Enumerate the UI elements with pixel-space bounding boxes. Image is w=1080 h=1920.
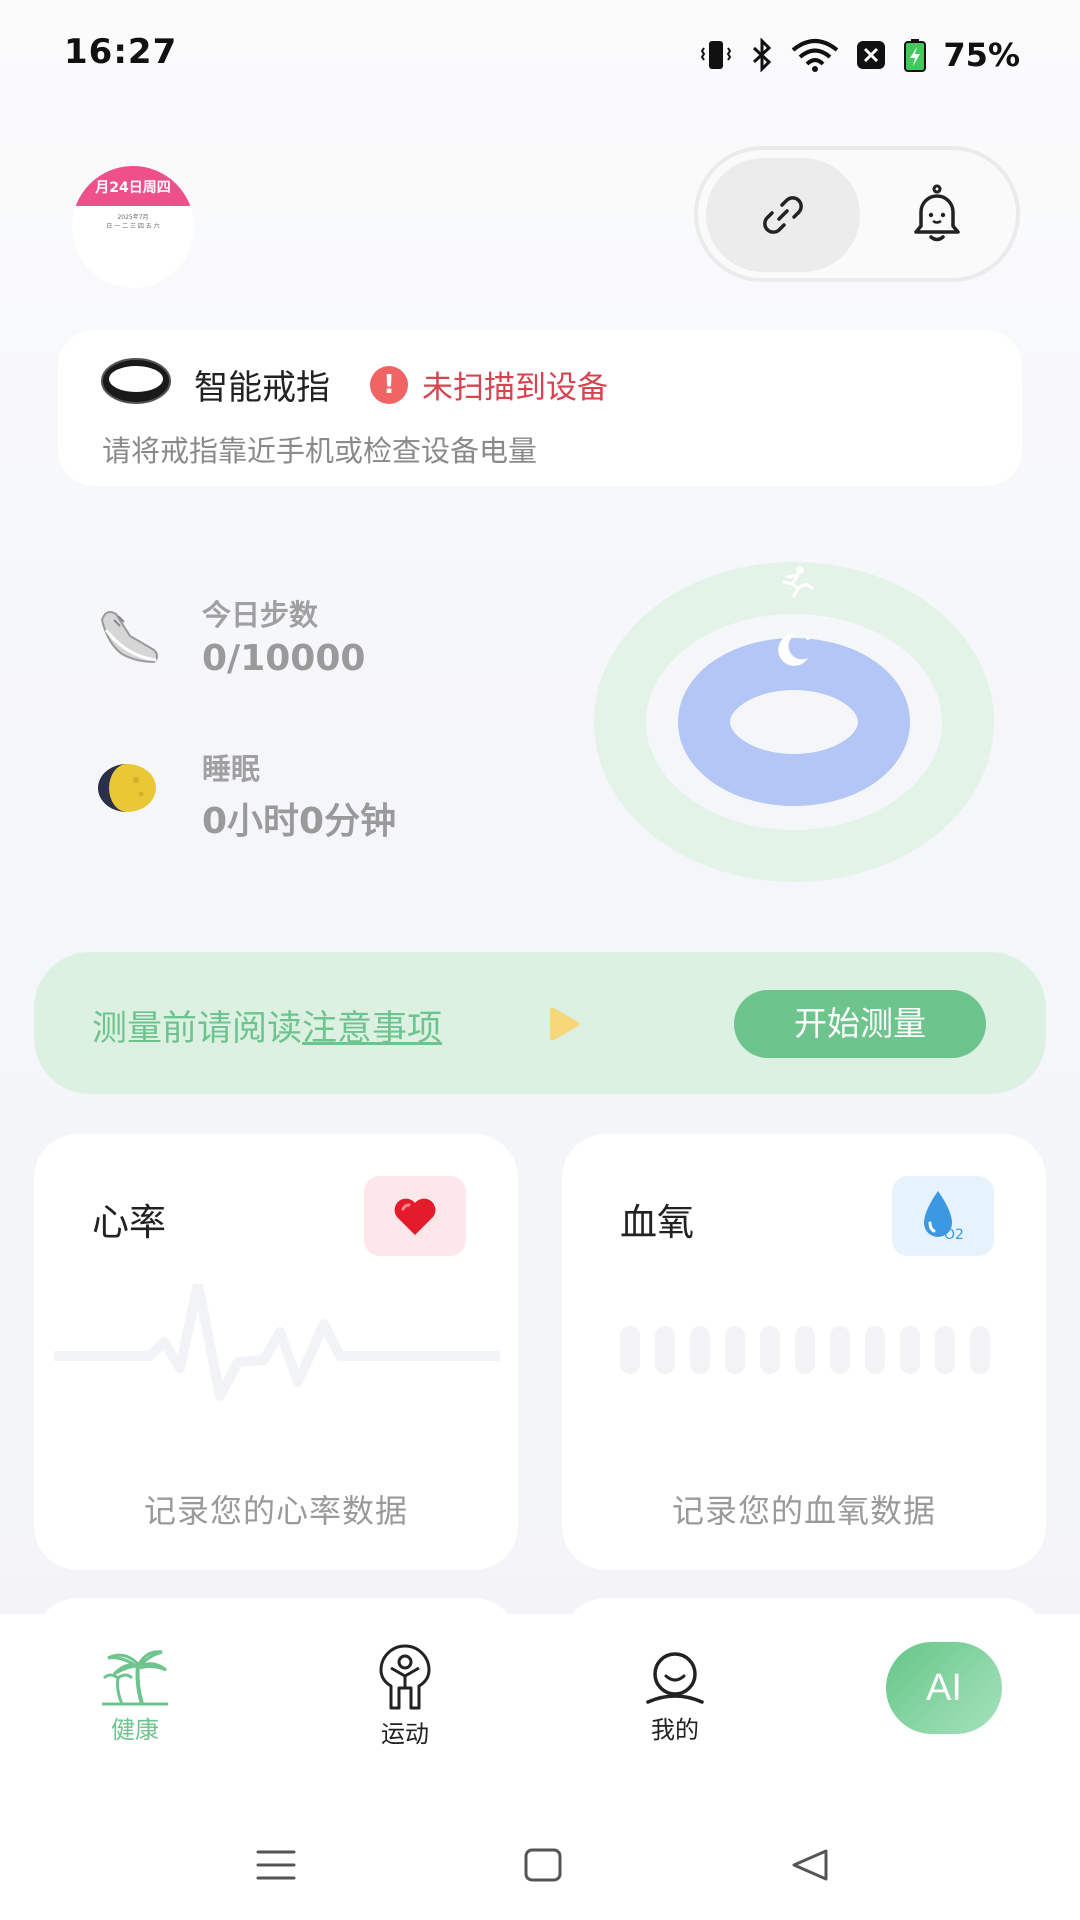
nav-health-label: 健康 — [111, 1716, 159, 1744]
bluetooth-icon — [753, 38, 772, 72]
bar — [655, 1326, 675, 1374]
oxygen-drop-icon: O2 — [924, 1191, 964, 1243]
moon-icon — [98, 764, 156, 812]
steps-value: 0/10000 — [202, 638, 366, 679]
device-hint: 请将戒指靠近手机或检查设备电量 — [102, 434, 538, 468]
header-actions — [694, 146, 1020, 282]
avatar-date: 月24日周四 — [72, 166, 194, 206]
blood-oxygen-card[interactable]: 血氧 O2 记录您的血氧数据 — [562, 1134, 1046, 1570]
sim-off-icon — [857, 41, 886, 69]
measure-banner: 测量前请阅读注意事项 开始测量 — [34, 952, 1046, 1094]
person-icon — [379, 1644, 431, 1710]
device-status: 未扫描到设备 — [422, 370, 608, 406]
heart-rate-desc: 记录您的心率数据 — [143, 1492, 408, 1530]
measure-prefix: 测量前请阅读 — [92, 1009, 303, 1049]
ai-assistant-button[interactable]: AI — [886, 1642, 1002, 1734]
heart-rate-wave — [54, 1284, 500, 1401]
blood-oxygen-desc: 记录您的血氧数据 — [671, 1492, 936, 1530]
play-icon — [550, 1007, 580, 1041]
battery-icon — [904, 39, 927, 72]
steps-ring — [594, 562, 994, 882]
link-button[interactable] — [706, 158, 860, 272]
wifi-icon — [792, 39, 839, 72]
heart-icon — [394, 1198, 436, 1235]
avatar-month: 2025年7月 — [117, 214, 149, 221]
status-bar: 16:27 75% — [0, 0, 1080, 110]
bar — [830, 1326, 850, 1374]
bar — [865, 1326, 885, 1374]
warning-icon: ! — [370, 366, 408, 404]
shoe-icon — [100, 611, 158, 664]
avatar-weekdays: 日 一 二 三 四 五 六 — [106, 223, 160, 230]
blood-oxygen-bars — [620, 1326, 990, 1374]
bell-icon — [914, 184, 960, 242]
bar — [690, 1326, 710, 1374]
link-icon — [763, 196, 803, 234]
battery-percent: 75% — [943, 36, 1020, 74]
oxygen-badge: O2 — [892, 1176, 994, 1256]
heart-badge — [364, 1176, 466, 1256]
device-name: 智能戒指 — [194, 368, 330, 408]
bar — [935, 1326, 955, 1374]
bar — [760, 1326, 780, 1374]
nav-mine-label: 我的 — [651, 1716, 699, 1744]
back-icon[interactable] — [790, 1848, 830, 1882]
blood-oxygen-title: 血氧 — [620, 1201, 694, 1244]
face-icon — [646, 1652, 704, 1704]
home-icon[interactable] — [524, 1848, 562, 1882]
notification-button[interactable] — [880, 158, 994, 272]
menu-icon[interactable] — [256, 1848, 296, 1882]
sleep-ring — [678, 638, 910, 806]
vibrate-icon — [701, 41, 732, 69]
device-card[interactable]: 智能戒指 ! 未扫描到设备 请将戒指靠近手机或检查设备电量 — [58, 330, 1022, 486]
nav-sport[interactable]: 运动 — [340, 1644, 470, 1749]
activity-rings — [594, 562, 994, 882]
heart-rate-title: 心率 — [92, 1201, 166, 1244]
bar — [620, 1326, 640, 1374]
avatar-calendar: 2025年7月 日 一 二 三 四 五 六 — [72, 206, 194, 236]
precautions-link[interactable]: 注意事项 — [302, 1009, 442, 1049]
sleep-label: 睡眠 — [202, 752, 261, 786]
nav-health[interactable]: 健康 — [70, 1644, 200, 1745]
oxygen-badge-text: O2 — [944, 1227, 964, 1243]
start-measure-button[interactable]: 开始测量 — [734, 990, 986, 1058]
heart-rate-card[interactable]: 心率 记录您的心率数据 — [34, 1134, 518, 1570]
bar — [795, 1326, 815, 1374]
palm-tree-icon — [102, 1650, 168, 1706]
bar — [725, 1326, 745, 1374]
sleep-value: 0小时0分钟 — [202, 801, 397, 842]
status-time: 16:27 — [64, 32, 178, 72]
measure-hint: 测量前请阅读注意事项 — [92, 1000, 442, 1051]
avatar[interactable]: 月24日周四 2025年7月 日 一 二 三 四 五 六 — [72, 166, 194, 288]
nav-sport-label: 运动 — [381, 1720, 429, 1748]
bar — [900, 1326, 920, 1374]
ring-icon — [101, 358, 171, 404]
steps-label: 今日步数 — [202, 598, 319, 632]
nav-mine[interactable]: 我的 — [610, 1650, 740, 1745]
bar — [970, 1326, 990, 1374]
status-icons: 75% — [699, 36, 1020, 74]
